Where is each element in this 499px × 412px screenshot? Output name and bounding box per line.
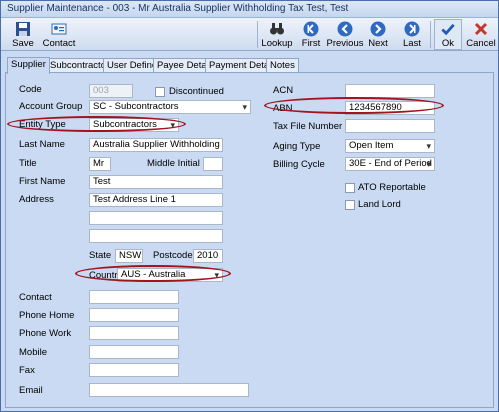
binoculars-icon (270, 23, 284, 35)
account-group-select[interactable]: SC - Subcontractors (89, 100, 251, 114)
supplier-maintenance-window: Supplier Maintenance - 003 - Mr Australi… (0, 0, 499, 412)
save-button[interactable]: Save (9, 19, 37, 50)
middle-initial-label: Middle Initial (147, 158, 200, 169)
save-icon (16, 22, 30, 36)
checkmark-icon (441, 23, 455, 36)
window-title: Supplier Maintenance - 003 - Mr Australi… (1, 1, 498, 18)
middle-initial-field[interactable] (203, 157, 223, 171)
ato-reportable-label: ATO Reportable (358, 182, 426, 193)
next-button[interactable]: Next (365, 19, 391, 50)
phone-home-field[interactable] (89, 308, 179, 322)
last-name-label: Last Name (19, 139, 65, 150)
cancel-button[interactable]: Cancel (466, 19, 496, 50)
ok-button[interactable]: Ok (434, 19, 462, 50)
fax-field[interactable] (89, 363, 179, 377)
phone-home-label: Phone Home (19, 310, 75, 321)
first-name-label: First Name (19, 176, 66, 187)
billing-cycle-select[interactable]: 30E - End of Period (345, 157, 435, 171)
last-record-icon (404, 21, 420, 37)
billing-cycle-label: Billing Cycle (273, 159, 325, 170)
tab-notes[interactable]: Notes (266, 58, 299, 73)
title-field[interactable]: Mr (89, 157, 111, 171)
discontinued-label: Discontinued (169, 86, 224, 97)
contact-field[interactable] (89, 290, 179, 304)
lookup-button[interactable]: Lookup (261, 19, 293, 50)
previous-record-icon (337, 21, 353, 37)
land-lord-label: Land Lord (358, 199, 401, 210)
first-record-icon (303, 21, 319, 37)
address-line1-field[interactable]: Test Address Line 1 (89, 193, 223, 207)
account-group-label: Account Group (19, 101, 83, 112)
close-icon (474, 22, 488, 36)
ato-reportable-checkbox[interactable] (345, 183, 355, 193)
email-label: Email (19, 385, 43, 396)
acn-label: ACN (273, 85, 294, 96)
aging-type-select[interactable]: Open Item (345, 139, 435, 153)
code-field: 003 (89, 84, 133, 98)
tax-file-number-label: Tax File Number (273, 121, 343, 132)
mobile-label: Mobile (19, 347, 47, 358)
address-label: Address (19, 194, 54, 205)
next-record-icon (370, 21, 386, 37)
entity-type-select[interactable]: Subcontractors (89, 118, 179, 132)
toolbar-separator (257, 21, 258, 48)
postcode-label: Postcode (153, 250, 193, 261)
state-label: State (89, 250, 112, 261)
land-lord-checkbox[interactable] (345, 200, 355, 210)
last-button[interactable]: Last (399, 19, 425, 50)
address-line3-field[interactable] (89, 229, 223, 243)
phone-work-label: Phone Work (19, 328, 72, 339)
acn-field[interactable] (345, 84, 435, 98)
tax-file-number-field[interactable] (345, 119, 435, 133)
state-field[interactable]: NSW (115, 249, 143, 263)
postcode-field[interactable]: 2010 (193, 249, 223, 263)
contact-card-icon (51, 23, 67, 35)
title-label: Title (19, 158, 37, 169)
last-name-field[interactable]: Australia Supplier Withholding Tax Test (89, 138, 223, 152)
previous-button[interactable]: Previous (327, 19, 363, 50)
fax-label: Fax (19, 365, 35, 376)
contact-label: Contact (19, 292, 52, 303)
phone-work-field[interactable] (89, 326, 179, 340)
first-button[interactable]: First (297, 19, 325, 50)
code-label: Code (19, 84, 42, 95)
address-line2-field[interactable] (89, 211, 223, 225)
first-name-field[interactable]: Test (89, 175, 223, 189)
abn-field[interactable]: 1234567890 (345, 101, 435, 115)
discontinued-checkbox[interactable] (155, 87, 165, 97)
tab-supplier[interactable]: Supplier (7, 57, 50, 74)
contact-button[interactable]: Contact (43, 19, 75, 50)
entity-type-label: Entity Type (19, 119, 66, 130)
toolbar-separator (430, 21, 431, 48)
aging-type-label: Aging Type (273, 141, 321, 152)
toolbar: Save Contact Lookup First Previous Next … (1, 18, 498, 51)
email-field[interactable] (89, 383, 249, 397)
abn-label: ABN (273, 103, 293, 114)
mobile-field[interactable] (89, 345, 179, 359)
country-select[interactable]: AUS - Australia (117, 268, 223, 282)
